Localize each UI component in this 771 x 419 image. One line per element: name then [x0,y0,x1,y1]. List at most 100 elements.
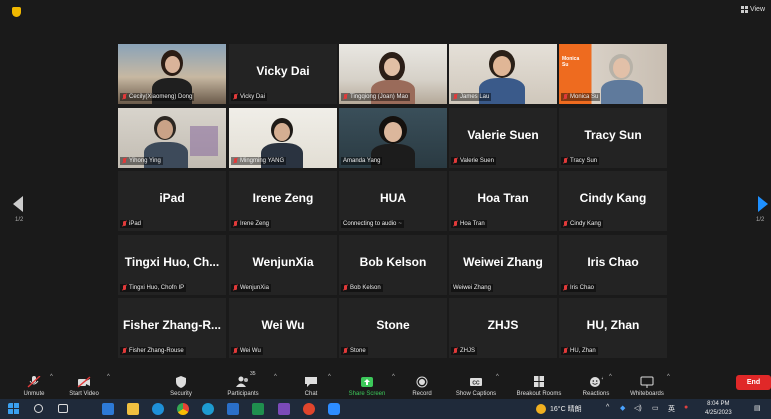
file-explorer-icon[interactable] [127,403,139,415]
record-button[interactable]: Record [406,368,438,399]
audio-options-caret-icon[interactable]: ^ [50,374,53,380]
participant-name-tag: Monica Su [561,93,601,101]
search-icon[interactable] [34,404,43,413]
participant-tile[interactable]: Iris Chao Iris Chao [559,235,667,295]
participant-tile[interactable]: Tracy Sun Tracy Sun [559,108,667,168]
participant-name: James Lau [460,94,490,100]
volume-icon[interactable]: ◁) [634,404,642,412]
participant-display-name: HU, Zhan [586,318,640,332]
participants-options-caret-icon[interactable]: ^ [274,374,277,380]
participant-tile[interactable]: Hoa Tran Hoa Tran [449,171,557,231]
participants-label: Participants [227,391,259,397]
next-page-arrow-icon[interactable] [758,196,768,212]
participant-name-tag: Iris Chao [561,284,597,292]
participant-tile[interactable]: Cecily(Xiaomeng) Dong [118,44,226,104]
participant-tile[interactable]: Weiwei Zhang Weiwei Zhang [449,235,557,295]
participant-name-tag: Stone [341,347,368,355]
participants-button[interactable]: 35 Participants [220,368,266,399]
mail-app-icon[interactable] [102,403,114,415]
participant-tile[interactable]: Fisher Zhang-R... Fisher Zhang-Rouse [118,298,226,358]
zoom-app-icon[interactable] [328,403,340,415]
participant-display-name: iPad [159,191,185,205]
notifications-icon[interactable]: ▤ [754,404,761,412]
participant-tile-active-speaker[interactable]: Amanda Yang [339,108,447,168]
share-screen-arrow-icon [361,377,373,387]
video-options-caret-icon[interactable]: ^ [107,374,110,380]
security-label: Security [170,391,192,397]
participant-tile[interactable]: Cindy Kang Cindy Kang [559,171,667,231]
participant-display-name: Irene Zeng [252,191,314,205]
connecting-audio-icon: ~ [398,221,402,227]
share-options-caret-icon[interactable]: ^ [392,374,395,380]
participant-name: Tingqiong (Joan) Mao [350,94,409,100]
participant-tile[interactable]: Yihong Ying [118,108,226,168]
participant-tile[interactable]: Mingming YANG [229,108,337,168]
participant-name: Fisher Zhang-Rouse [129,348,184,354]
start-video-button[interactable]: Start Video [62,368,106,399]
teams-icon[interactable] [278,403,290,415]
participant-name-tag: Vicky Dai [231,93,267,101]
excel-icon[interactable] [252,403,264,415]
weather-text[interactable]: 16°C 晴朗 [550,404,582,414]
app-icon[interactable] [303,403,315,415]
security-button[interactable]: Security [162,368,200,399]
participant-tile[interactable]: Irene Zeng Irene Zeng [229,171,337,231]
page-indicator-left: 1/2 [15,217,24,223]
participant-name: Iris Chao [570,285,595,291]
participant-name: Tingxi Huo, Chofn IP [129,285,185,291]
participant-tile[interactable]: Vicky Dai Vicky Dai [229,44,337,104]
skype-icon[interactable] [152,403,164,415]
system-clock[interactable]: 8:04 PM 4/25/2023 [705,400,732,418]
muted-mic-icon [233,158,238,164]
participant-name: HU, Zhan [570,348,596,354]
keyboard-icon[interactable]: ▭ [652,404,659,412]
share-screen-button[interactable]: Share Screen [344,368,390,399]
windows-start-icon[interactable] [8,403,20,415]
participant-tile[interactable]: Valerie Suen Valerie Suen [449,108,557,168]
edge-icon[interactable] [202,403,214,415]
virtual-background-text: Monica Su [562,56,580,68]
participant-tile[interactable]: Wei Wu Wei Wu [229,298,337,358]
participant-tile[interactable]: iPad iPad [118,171,226,231]
chat-button[interactable]: Chat [296,368,326,399]
show-captions-button[interactable]: CC Show Captions [450,368,502,399]
whiteboards-options-caret-icon[interactable]: ^ [667,374,670,380]
participant-tile[interactable]: HU, Zhan HU, Zhan [559,298,667,358]
participant-name-tag: Valerie Suen [451,157,496,165]
antivirus-icon[interactable]: ● [684,404,688,411]
record-label: Record [412,391,432,397]
participant-name-tag: ZHJS [451,347,477,355]
reactions-options-caret-icon[interactable]: ^ [609,374,612,380]
previous-page-arrow-icon[interactable] [13,196,23,212]
security-shield-icon[interactable] [12,7,21,17]
muted-mic-icon [122,348,127,354]
chat-options-caret-icon[interactable]: ^ [328,374,331,380]
participant-tile[interactable]: HUA Connecting to audio ~ [339,171,447,231]
network-icon[interactable]: ◆ [620,404,625,412]
participant-name: Vicky Dai [240,94,265,100]
task-view-icon[interactable] [58,404,68,413]
participant-tile[interactable]: ZHJS ZHJS [449,298,557,358]
unmute-button[interactable]: Unmute [14,368,54,399]
end-meeting-button[interactable]: End [736,375,771,390]
word-icon[interactable] [227,403,239,415]
input-method-indicator[interactable]: 英 [668,404,675,414]
emoji-plus-icon: + [590,376,603,387]
whiteboards-button[interactable]: Whiteboards [624,368,670,399]
participant-tile[interactable]: Stone Stone [339,298,447,358]
captions-options-caret-icon[interactable]: ^ [496,374,499,380]
participant-tile[interactable]: Monica Su Monica Su [559,44,667,104]
participant-tile[interactable]: Bob Kelson Bob Kelson [339,235,447,295]
chrome-icon[interactable] [177,403,189,415]
chevron-up-icon[interactable]: ^ [606,404,609,411]
participant-name: Weiwei Zhang [453,285,491,291]
reactions-label: Reactions [582,391,610,397]
participant-tile[interactable]: Tingxi Huo, Ch... Tingxi Huo, Chofn IP [118,235,226,295]
participant-tile[interactable]: Tingqiong (Joan) Mao [339,44,447,104]
reactions-button[interactable]: + Reactions [576,368,616,399]
breakout-rooms-button[interactable]: Breakout Rooms [510,368,568,399]
view-button[interactable]: View [740,6,765,13]
participant-tile[interactable]: James Lau [449,44,557,104]
participant-tile[interactable]: WenjunXia WenjunXia [229,235,337,295]
participant-display-name: Vicky Dai [256,64,310,78]
